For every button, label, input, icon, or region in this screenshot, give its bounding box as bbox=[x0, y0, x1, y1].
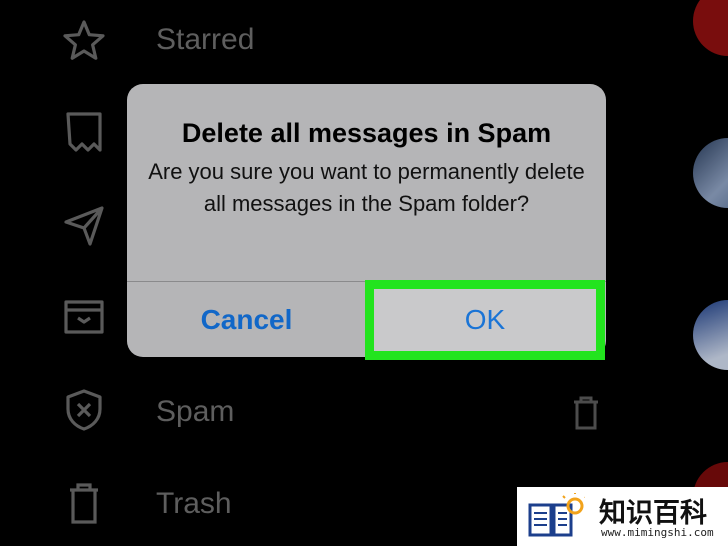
cancel-button[interactable]: Cancel bbox=[127, 282, 366, 357]
dialog-message: Are you sure you want to permanently del… bbox=[148, 159, 585, 216]
watermark: 知识百科 www.mimingshi.com bbox=[517, 487, 728, 546]
book-lightbulb-logo-icon bbox=[527, 492, 588, 539]
dialog-title: Delete all messages in Spam bbox=[181, 118, 552, 148]
watermark-url: www.mimingshi.com bbox=[601, 526, 714, 539]
watermark-title: 知识百科 bbox=[599, 498, 707, 529]
ok-button-highlight: OK bbox=[365, 280, 605, 360]
ok-button[interactable]: OK bbox=[374, 289, 596, 351]
